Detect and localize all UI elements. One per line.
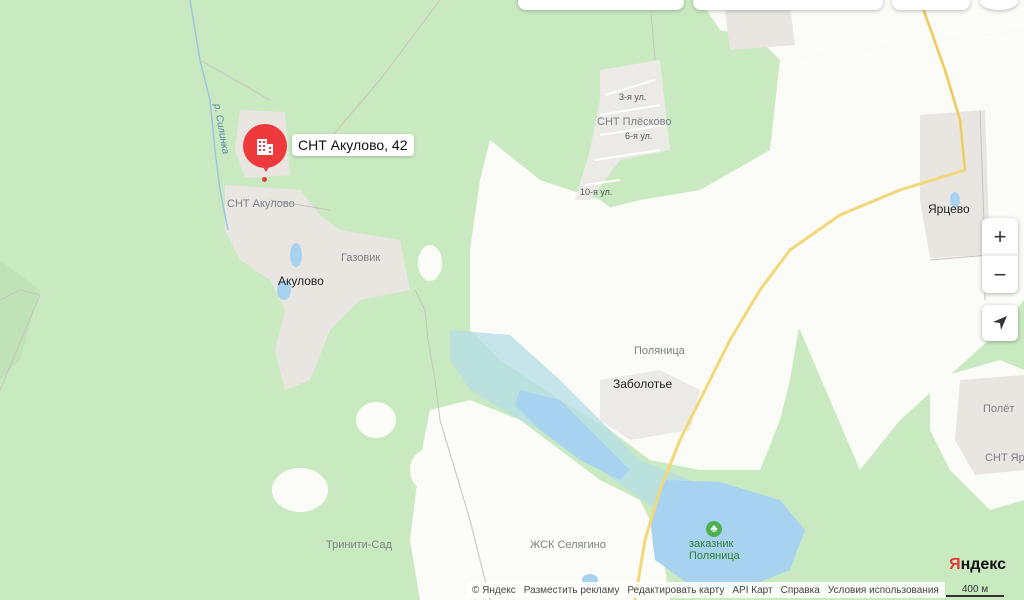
scale-bar: 400 м — [946, 584, 1004, 597]
place-label-triniti[interactable]: Тринити-Сад — [326, 539, 392, 551]
route-bar-fragment[interactable] — [693, 0, 883, 10]
street-label: 10-я ул. — [580, 187, 613, 197]
layers-button-fragment[interactable] — [892, 0, 970, 10]
zoom-in-button[interactable]: + — [982, 218, 1018, 255]
yandex-logo[interactable]: Яндекс — [949, 556, 1006, 574]
place-label-zabolotye[interactable]: Заболотье — [613, 377, 672, 391]
tree-icon[interactable]: ♣ — [706, 521, 722, 537]
place-label-snt-akulovo[interactable]: СНТ Акулово — [227, 198, 295, 210]
brand-rest: ндекс — [960, 556, 1006, 573]
map-canvas[interactable] — [0, 0, 1024, 600]
place-label-zhsk[interactable]: ЖСК Селягино — [530, 539, 606, 551]
building-icon — [257, 139, 273, 155]
place-label-gazovik[interactable]: Газовик — [341, 252, 380, 264]
settlement-yartsevo — [920, 110, 990, 258]
zoom-out-button[interactable]: − — [982, 255, 1018, 293]
place-label-polet[interactable]: Полёт — [983, 403, 1014, 415]
copyright-text: © Яндекс — [472, 584, 516, 596]
clearing — [418, 245, 442, 281]
street-label: 6-я ул. — [625, 131, 653, 141]
pond — [290, 243, 302, 267]
clearing — [410, 450, 442, 490]
marker-label[interactable]: СНТ Акулово, 42 — [292, 134, 414, 156]
locate-button[interactable] — [982, 305, 1018, 341]
footer-link-edit-map[interactable]: Редактировать карту — [627, 585, 724, 596]
place-label-snt-yartsevo[interactable]: СНТ Ярцево — [985, 452, 1024, 464]
marker-tail — [260, 162, 272, 172]
settlement-top — [725, 5, 795, 50]
clearing — [272, 468, 328, 512]
brand-first: Я — [949, 556, 961, 573]
footer-link-ads[interactable]: Разместить рекламу — [524, 585, 620, 596]
navigation-arrow-icon — [993, 316, 1007, 330]
reserve-label-name[interactable]: Поляница — [689, 550, 740, 562]
place-label-snt-pleskovo[interactable]: СНТ Плёсково — [597, 116, 672, 128]
marker-point — [262, 177, 267, 182]
clearing — [356, 402, 396, 438]
reserve-label-type[interactable]: заказник — [689, 538, 733, 550]
footer-link-api[interactable]: API Карт — [732, 585, 772, 596]
place-label-polyanitsa[interactable]: Поляница — [634, 345, 685, 357]
footer-link-terms[interactable]: Условия использования — [828, 585, 939, 596]
street-label: 3-я ул. — [619, 92, 647, 102]
place-label-akulovo[interactable]: Акулово — [278, 274, 324, 288]
footer-link-help[interactable]: Справка — [781, 585, 820, 596]
footer-bar: © Яндекс Разместить рекламу Редактироват… — [466, 582, 945, 598]
search-bar-fragment[interactable] — [518, 0, 684, 10]
place-label-yartsevo[interactable]: Ярцево — [928, 202, 970, 216]
